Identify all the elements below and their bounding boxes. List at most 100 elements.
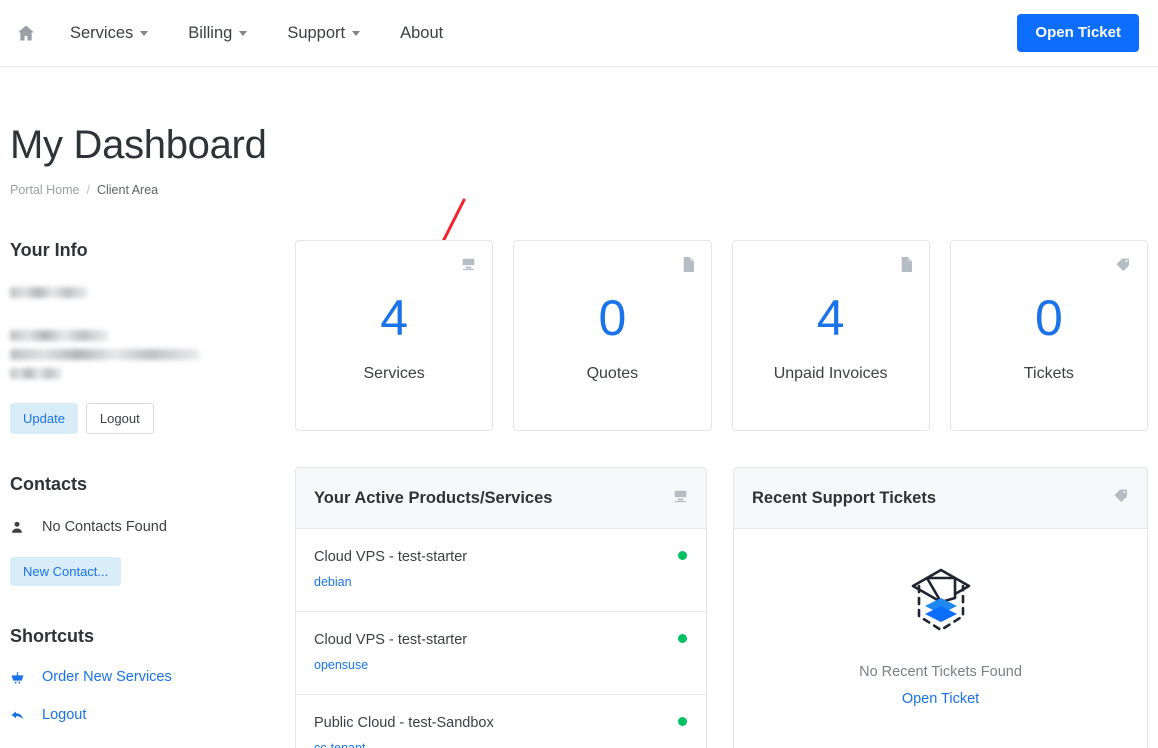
person-icon <box>10 520 32 535</box>
shopping-cart-icon <box>10 670 32 685</box>
recent-tickets-panel: Recent Support Tickets No Recent Tickets… <box>733 467 1148 748</box>
main-column: 4 Services 0 Quotes 4 Unpaid Invoices 0 … <box>295 240 1148 748</box>
monitor-icon <box>461 257 476 276</box>
tickets-empty-state: No Recent Tickets Found Open Ticket <box>734 529 1147 742</box>
empty-box-icon <box>911 568 970 632</box>
nav-label: Support <box>287 23 346 42</box>
top-navbar: Services Billing Support About Open Tick… <box>0 0 1158 67</box>
status-dot-active <box>678 551 687 560</box>
open-ticket-button[interactable]: Open Ticket <box>1017 13 1139 53</box>
stat-value: 4 <box>816 289 845 346</box>
stat-card-quotes[interactable]: 0 Quotes <box>513 240 712 431</box>
your-info-section: Your Info Update Logout <box>10 240 285 434</box>
file-icon <box>900 257 913 277</box>
stat-value: 0 <box>1034 289 1063 346</box>
nav-item-services[interactable]: Services <box>56 0 162 66</box>
shopping-cart-icon-glyph <box>11 671 24 683</box>
shortcut-label: Logout <box>42 707 87 723</box>
stat-value: 4 <box>380 289 409 346</box>
nav-label: Services <box>70 23 134 42</box>
breadcrumb-client-area: Client Area <box>96 183 159 197</box>
nav-label: About <box>400 23 444 42</box>
redacted-line <box>10 287 88 298</box>
file-icon-glyph <box>901 257 912 272</box>
redacted-line <box>10 368 62 379</box>
no-contacts-label: No Contacts Found <box>42 519 167 535</box>
tag-icon-glyph <box>1114 489 1127 503</box>
shortcuts-section: Shortcuts Order New Services Logout <box>10 626 285 723</box>
shortcuts-heading: Shortcuts <box>10 626 95 646</box>
stat-card-services[interactable]: 4 Services <box>295 240 494 431</box>
chevron-down-icon <box>239 30 248 36</box>
new-contact-button[interactable]: New Contact... <box>10 557 122 586</box>
status-dot-active <box>678 634 687 643</box>
stat-value: 0 <box>598 289 627 346</box>
chevron-down-icon <box>140 30 149 36</box>
stat-label: Tickets <box>1023 364 1074 382</box>
tag-icon <box>1115 257 1131 277</box>
service-sub[interactable]: cc-tenant <box>314 741 688 748</box>
breadcrumb-separator: / <box>86 183 90 197</box>
monitor-icon-glyph <box>462 258 475 271</box>
navbar-links: Services Billing Support About <box>0 0 457 66</box>
open-ticket-link[interactable]: Open Ticket <box>902 691 979 707</box>
home-icon-glyph <box>18 25 34 41</box>
back-arrow-icon-glyph <box>11 710 23 719</box>
service-name: Public Cloud - test-Sandbox <box>314 715 494 731</box>
stat-label: Services <box>363 364 425 382</box>
panel-header: Recent Support Tickets <box>734 468 1147 529</box>
your-info-heading: Your Info <box>10 240 88 260</box>
empty-state-text: No Recent Tickets Found <box>859 664 1022 680</box>
service-sub[interactable]: debian <box>314 575 688 589</box>
stat-card-tickets[interactable]: 0 Tickets <box>949 240 1148 431</box>
service-list-item[interactable]: Cloud VPS - test-starter debian <box>296 529 706 612</box>
redacted-info <box>10 287 285 379</box>
content-area: Your Info Update Logout Contacts No Cont… <box>10 240 1148 748</box>
tag-icon <box>1113 488 1129 508</box>
status-dot-active <box>678 717 687 726</box>
shortcut-logout[interactable]: Logout <box>10 707 285 723</box>
stat-cards-row: 4 Services 0 Quotes 4 Unpaid Invoices 0 … <box>295 240 1148 431</box>
active-services-panel: Your Active Products/Services Cloud VPS … <box>295 467 707 748</box>
service-sub[interactable]: opensuse <box>314 658 688 672</box>
service-list-item[interactable]: Cloud VPS - test-starter opensuse <box>296 612 706 695</box>
stat-label: Quotes <box>586 364 639 382</box>
monitor-icon <box>673 489 688 508</box>
service-list-item[interactable]: Public Cloud - test-Sandbox cc-tenant <box>296 695 706 748</box>
person-icon-glyph <box>12 521 22 533</box>
panels-row: Your Active Products/Services Cloud VPS … <box>295 467 1148 748</box>
monitor-icon-glyph <box>674 490 687 502</box>
shortcut-label: Order New Services <box>42 669 172 685</box>
chevron-down-icon <box>352 30 361 36</box>
update-button[interactable]: Update <box>10 403 78 434</box>
nav-item-about[interactable]: About <box>386 0 457 66</box>
breadcrumb-portal-home[interactable]: Portal Home <box>10 183 79 197</box>
nav-item-billing[interactable]: Billing <box>174 0 261 66</box>
page-container: My Dashboard Portal Home / Client Area Y… <box>0 67 1158 748</box>
your-info-buttons: Update Logout <box>10 403 285 434</box>
page-title: My Dashboard <box>10 123 267 167</box>
document-icon <box>682 257 695 277</box>
nav-label: Billing <box>188 23 233 42</box>
contacts-section: Contacts No Contacts Found New Contact..… <box>10 474 285 586</box>
redacted-line <box>10 349 200 360</box>
shortcut-order-new-services[interactable]: Order New Services <box>10 669 285 685</box>
nav-item-support[interactable]: Support <box>273 0 374 66</box>
service-name: Cloud VPS - test-starter <box>314 632 468 648</box>
panel-title: Recent Support Tickets <box>752 488 936 507</box>
breadcrumb: Portal Home / Client Area <box>10 183 1148 197</box>
panel-title: Your Active Products/Services <box>314 488 553 507</box>
service-name: Cloud VPS - test-starter <box>314 549 468 565</box>
contacts-heading: Contacts <box>10 474 88 494</box>
panel-header: Your Active Products/Services <box>296 468 706 529</box>
tag-icon-glyph <box>1116 258 1129 272</box>
home-icon[interactable] <box>8 0 44 66</box>
back-arrow-icon <box>10 708 32 723</box>
document-icon-glyph <box>683 257 694 272</box>
redacted-line <box>10 330 108 341</box>
stat-card-unpaid-invoices[interactable]: 4 Unpaid Invoices <box>731 240 930 431</box>
logout-button[interactable]: Logout <box>85 403 154 434</box>
stat-label: Unpaid Invoices <box>773 364 888 382</box>
sidebar: Your Info Update Logout Contacts No Cont… <box>10 240 295 723</box>
